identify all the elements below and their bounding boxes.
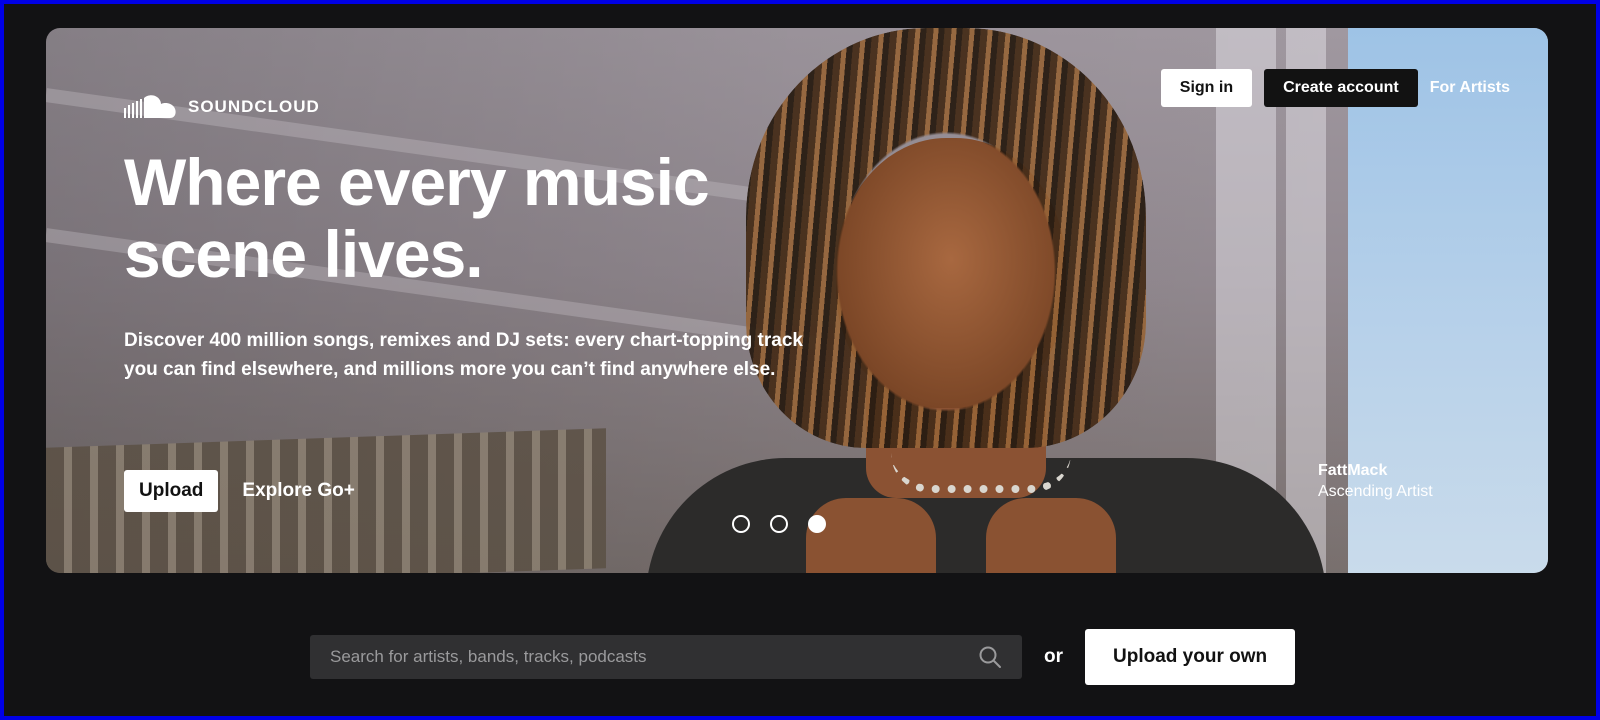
artist-credit: FattMack Ascending Artist — [1318, 460, 1433, 502]
carousel-dot-3[interactable] — [808, 515, 826, 533]
artist-credit-name[interactable]: FattMack — [1318, 460, 1433, 481]
explore-go-plus-link[interactable]: Explore Go+ — [242, 480, 354, 502]
search-icon[interactable] — [978, 645, 1002, 669]
upload-button[interactable]: Upload — [124, 470, 219, 512]
search-row: or Upload your own — [310, 629, 1296, 685]
search-box[interactable] — [310, 635, 1022, 679]
brand-name: SOUNDCLOUD — [188, 97, 320, 116]
search-input[interactable] — [330, 647, 930, 667]
carousel-dot-1[interactable] — [732, 515, 750, 533]
hero-subtext: Discover 400 million songs, remixes and … — [124, 330, 803, 380]
hero-artist-hand — [986, 498, 1116, 573]
header-actions: Sign in Create account For Artists — [1160, 69, 1510, 107]
or-label: or — [1044, 646, 1063, 667]
soundcloud-cloud-icon — [124, 95, 176, 118]
soundcloud-logo[interactable]: SOUNDCLOUD — [124, 94, 320, 120]
page-frame: SOUNDCLOUD Sign in Create account For Ar… — [4, 4, 1596, 716]
hero-artist-hand — [806, 498, 936, 573]
artist-credit-title: Ascending Artist — [1318, 483, 1433, 500]
hero-banner: SOUNDCLOUD Sign in Create account For Ar… — [46, 28, 1548, 573]
hero-headline: Where every music scene lives. — [124, 145, 710, 291]
hero-artist-chain — [891, 453, 1071, 493]
sign-in-button[interactable]: Sign in — [1160, 69, 1253, 107]
create-account-button[interactable]: Create account — [1264, 69, 1418, 107]
upload-your-own-button[interactable]: Upload your own — [1085, 629, 1296, 685]
carousel-dot-2[interactable] — [770, 515, 788, 533]
carousel-dots — [732, 515, 826, 533]
for-artists-link[interactable]: For Artists — [1430, 79, 1510, 97]
hero-actions: Upload Explore Go+ — [124, 470, 355, 512]
